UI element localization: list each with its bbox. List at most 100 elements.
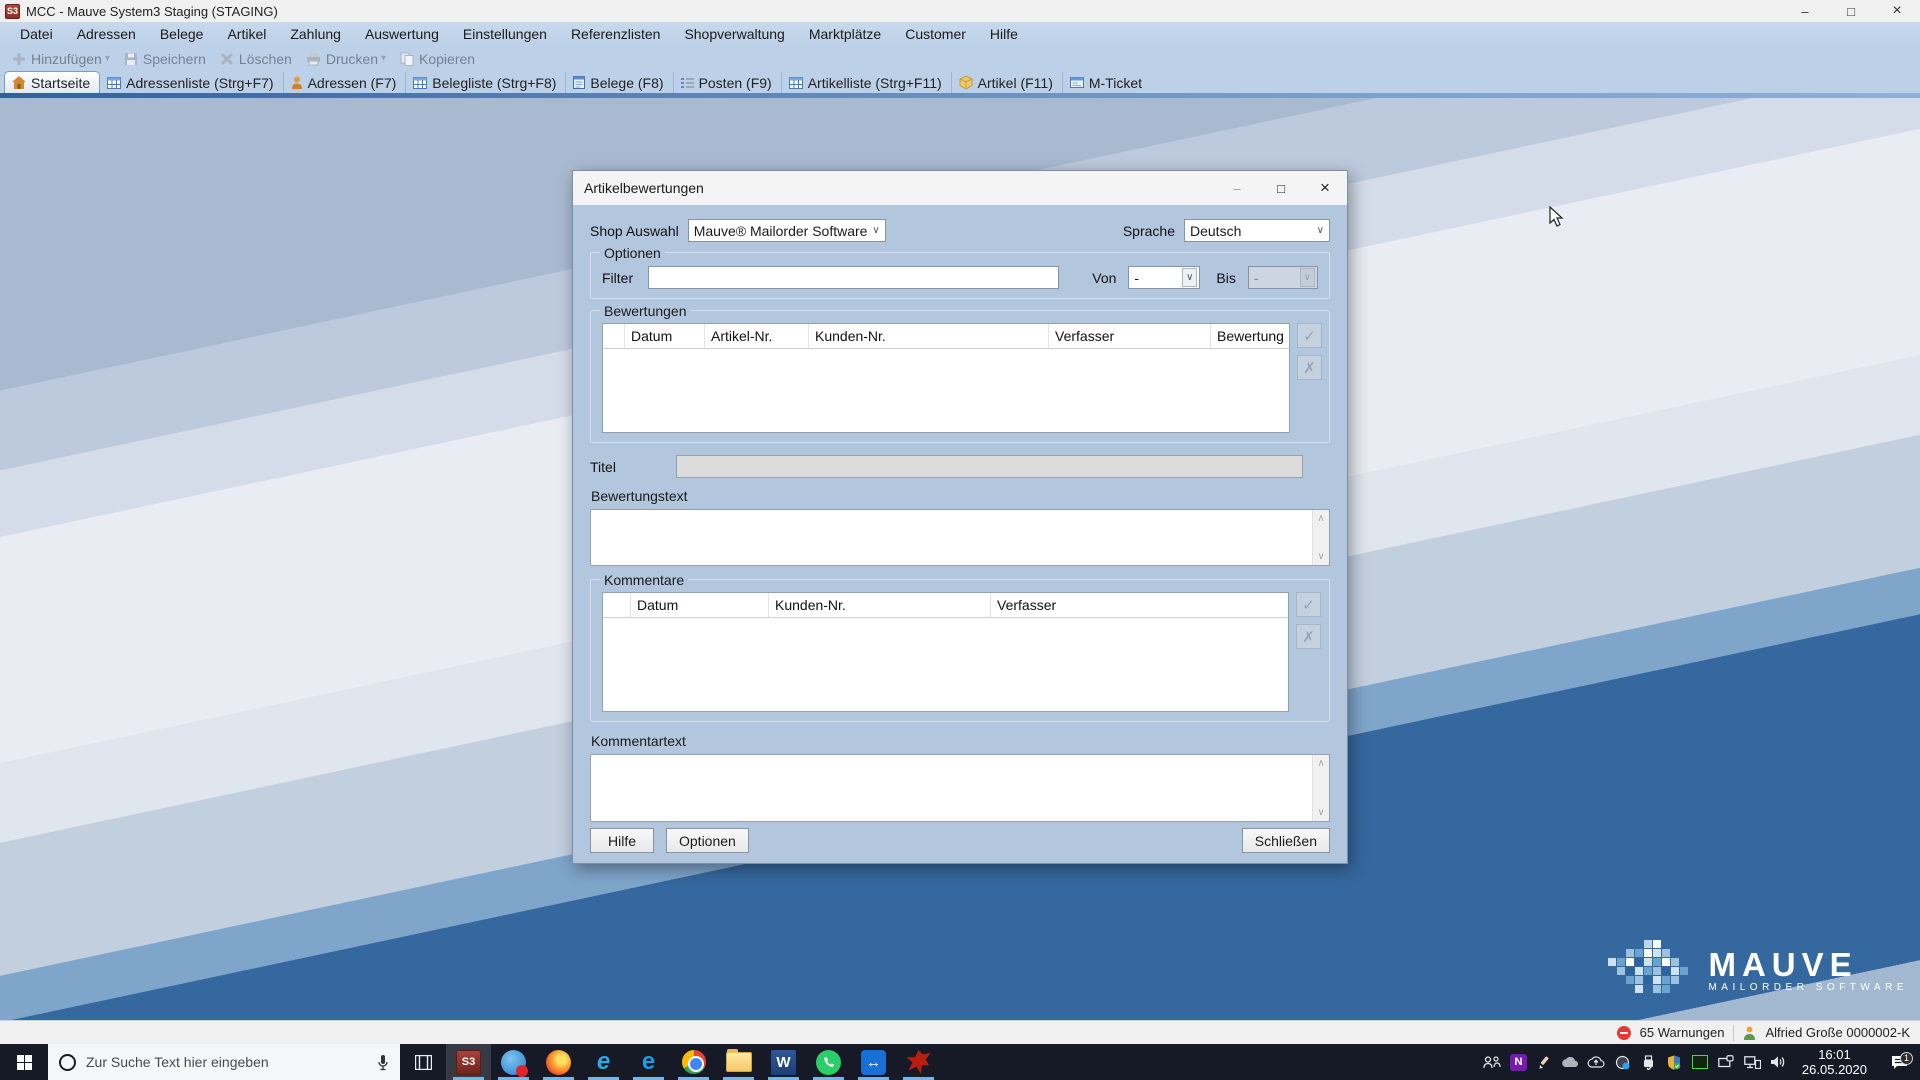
- menu-referenzlisten[interactable]: Referenzlisten: [559, 22, 673, 46]
- taskbar-search[interactable]: Zur Suche Text hier eingeben: [48, 1044, 400, 1080]
- menu-auswertung[interactable]: Auswertung: [353, 22, 451, 46]
- rating-approve-button[interactable]: ✓: [1297, 323, 1322, 348]
- shop-select[interactable]: Mauve® Mailorder Software - Softwa ∨: [688, 219, 886, 242]
- app-icon: S3: [5, 4, 20, 19]
- help-button[interactable]: Hilfe: [590, 828, 654, 853]
- microphone-icon[interactable]: [377, 1054, 389, 1071]
- close-button[interactable]: ×: [1874, 0, 1920, 22]
- warnings-count[interactable]: 65 Warnungen: [1640, 1025, 1725, 1040]
- logged-in-user[interactable]: Alfried Große 0000002-K: [1765, 1025, 1910, 1040]
- tray-console-icon[interactable]: [1688, 1050, 1713, 1075]
- options-group: Optionen Filter Von - ∨ Bis - ∨: [590, 252, 1330, 299]
- taskbar-clock[interactable]: 16:01 26.05.2020: [1792, 1047, 1877, 1077]
- options-button[interactable]: Optionen: [666, 828, 749, 853]
- menu-marktplaetze[interactable]: Marktplätze: [797, 22, 893, 46]
- comment-text-area[interactable]: ∧ ∨: [590, 754, 1330, 822]
- close-dialog-button[interactable]: Schließen: [1242, 828, 1330, 853]
- tab-posten[interactable]: Posten (F9): [674, 72, 782, 93]
- delete-button[interactable]: Löschen: [214, 51, 298, 67]
- menu-shopverwaltung[interactable]: Shopverwaltung: [672, 22, 796, 46]
- taskbar-app-mauve[interactable]: [491, 1044, 536, 1080]
- tab-adressenliste[interactable]: Adressenliste (Strg+F7): [100, 72, 283, 93]
- taskbar-app-teamviewer[interactable]: ↔: [851, 1044, 896, 1080]
- von-select[interactable]: - ∨: [1128, 266, 1200, 289]
- tray-network-icon[interactable]: [1740, 1050, 1765, 1075]
- search-placeholder: Zur Suche Text hier eingeben: [86, 1054, 269, 1070]
- check-icon: ✓: [1303, 327, 1316, 345]
- taskbar-app-edge[interactable]: e: [626, 1044, 671, 1080]
- comment-delete-button[interactable]: ✗: [1296, 624, 1321, 649]
- dialog-close-button[interactable]: ×: [1303, 171, 1347, 205]
- dialog-maximize-button[interactable]: □: [1259, 171, 1303, 205]
- comment-approve-button[interactable]: ✓: [1296, 592, 1321, 617]
- tab-adressen[interactable]: Adressen (F7): [284, 72, 407, 93]
- tray-lock-screen-icon[interactable]: [1714, 1050, 1739, 1075]
- tab-mticket[interactable]: M-Ticket: [1063, 72, 1151, 93]
- menu-datei[interactable]: Datei: [8, 22, 65, 46]
- task-view-button[interactable]: [400, 1044, 446, 1080]
- copy-button[interactable]: Kopieren: [394, 51, 481, 67]
- taskbar-app-red[interactable]: [896, 1044, 941, 1080]
- col-kunden-nr[interactable]: Kunden-Nr.: [809, 324, 1049, 348]
- col-bewertung[interactable]: Bewertung: [1211, 324, 1289, 348]
- taskbar-app-word[interactable]: W: [761, 1044, 806, 1080]
- tray-notes-icon[interactable]: N: [1506, 1050, 1531, 1075]
- tab-belege[interactable]: Belege (F8): [566, 72, 673, 93]
- tray-people-icon[interactable]: [1480, 1050, 1505, 1075]
- taskbar-app-ie[interactable]: e: [581, 1044, 626, 1080]
- menu-artikel[interactable]: Artikel: [215, 22, 278, 46]
- dialog-minimize-button[interactable]: –: [1215, 171, 1259, 205]
- scrollbar[interactable]: ∧ ∨: [1312, 755, 1329, 821]
- col-verfasser[interactable]: Verfasser: [991, 593, 1288, 617]
- rating-delete-button[interactable]: ✗: [1297, 355, 1322, 380]
- menu-zahlung[interactable]: Zahlung: [278, 22, 353, 46]
- maximize-button[interactable]: □: [1828, 0, 1874, 22]
- tray-onedrive-icon[interactable]: [1558, 1050, 1583, 1075]
- add-button[interactable]: Hinzufügen ▾: [6, 51, 116, 67]
- logo-word: MAUVE: [1708, 950, 1908, 980]
- tray-pen-icon[interactable]: [1532, 1050, 1557, 1075]
- taskbar-app-whatsapp[interactable]: [806, 1044, 851, 1080]
- menu-hilfe[interactable]: Hilfe: [978, 22, 1030, 46]
- copy-icon: [400, 52, 414, 66]
- scroll-down-icon[interactable]: ∨: [1317, 551, 1324, 562]
- tray-defender-icon[interactable]: [1662, 1050, 1687, 1075]
- save-button[interactable]: Speichern: [118, 51, 212, 67]
- taskbar-app-chrome[interactable]: [671, 1044, 716, 1080]
- scroll-up-icon[interactable]: ∧: [1317, 513, 1324, 524]
- col-artikel-nr[interactable]: Artikel-Nr.: [705, 324, 809, 348]
- scroll-down-icon[interactable]: ∨: [1317, 807, 1324, 818]
- minimize-button[interactable]: –: [1782, 0, 1828, 22]
- language-select[interactable]: Deutsch ∨: [1184, 219, 1330, 242]
- menu-belege[interactable]: Belege: [148, 22, 216, 46]
- ratings-table[interactable]: Datum Artikel-Nr. Kunden-Nr. Verfasser B…: [602, 323, 1290, 433]
- menu-einstellungen[interactable]: Einstellungen: [451, 22, 559, 46]
- col-datum[interactable]: Datum: [631, 593, 769, 617]
- chevron-down-icon: ∨: [869, 225, 882, 236]
- tab-startseite[interactable]: Startseite: [4, 71, 100, 93]
- menu-adressen[interactable]: Adressen: [65, 22, 148, 46]
- tray-clock-icon[interactable]: [1610, 1050, 1635, 1075]
- col-datum[interactable]: Datum: [625, 324, 705, 348]
- scrollbar[interactable]: ∧ ∨: [1312, 510, 1329, 565]
- scroll-up-icon[interactable]: ∧: [1317, 758, 1324, 769]
- comments-table[interactable]: Datum Kunden-Nr. Verfasser: [602, 592, 1289, 712]
- taskbar-app-mcc[interactable]: S3: [446, 1044, 491, 1080]
- tray-cloud-upload-icon[interactable]: [1584, 1050, 1609, 1075]
- col-kunden-nr[interactable]: Kunden-Nr.: [769, 593, 991, 617]
- filter-input[interactable]: [648, 266, 1059, 289]
- tray-usb-icon[interactable]: [1636, 1050, 1661, 1075]
- taskbar-app-explorer[interactable]: [716, 1044, 761, 1080]
- menu-customer[interactable]: Customer: [893, 22, 978, 46]
- tab-artikelliste[interactable]: Artikelliste (Strg+F11): [782, 72, 952, 93]
- file-explorer-icon: [726, 1052, 752, 1072]
- print-button[interactable]: Drucken ▾: [300, 51, 392, 67]
- taskbar-app-firefox[interactable]: [536, 1044, 581, 1080]
- rating-text-area[interactable]: ∧ ∨: [590, 509, 1330, 566]
- col-verfasser[interactable]: Verfasser: [1049, 324, 1211, 348]
- action-center-button[interactable]: 1: [1878, 1055, 1920, 1070]
- tray-volume-icon[interactable]: [1766, 1050, 1791, 1075]
- start-button[interactable]: [0, 1044, 48, 1080]
- tab-artikel[interactable]: Artikel (F11): [952, 72, 1063, 93]
- tab-belegliste[interactable]: Belegliste (Strg+F8): [406, 72, 566, 93]
